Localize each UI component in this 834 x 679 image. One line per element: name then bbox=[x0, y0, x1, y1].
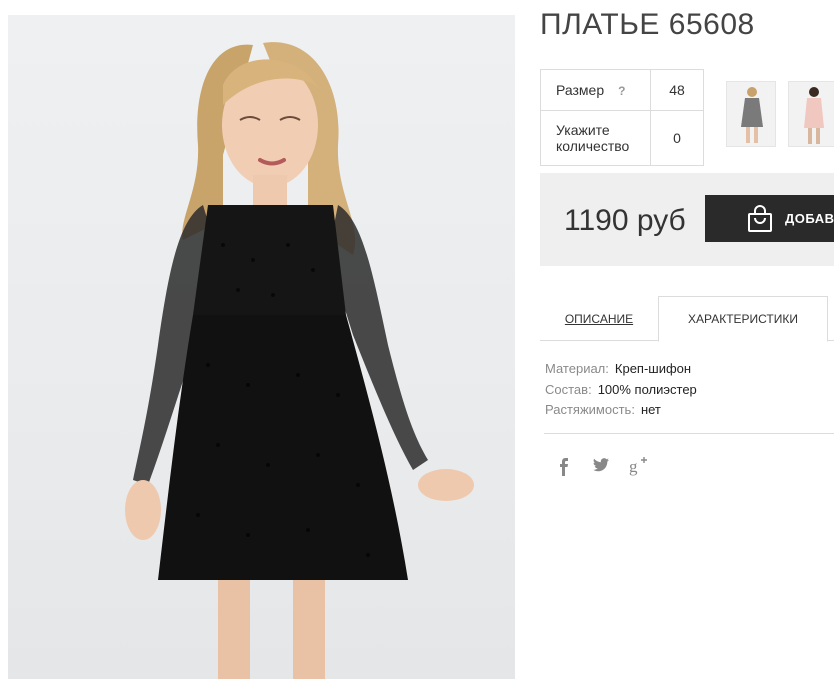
characteristics-list: Материал: Креп-шифон Состав: 100% полиэсте… bbox=[545, 359, 697, 421]
tab-characteristics[interactable]: ХАРАКТЕРИСТИКИ bbox=[658, 296, 828, 342]
characteristic-value: 100% полиэстер bbox=[597, 381, 697, 397]
size-label-text: Размер bbox=[556, 82, 605, 98]
quantity-label: Укажите количество bbox=[540, 110, 651, 166]
product-options-table: Размер? 48 Укажите количество 0 bbox=[540, 69, 704, 166]
product-price: 1190 руб bbox=[564, 204, 686, 237]
add-to-cart-label: ДОБАВИ bbox=[785, 211, 834, 226]
product-main-image[interactable] bbox=[8, 15, 515, 679]
characteristic-key: Материал: bbox=[545, 361, 609, 376]
size-help-icon[interactable]: ? bbox=[618, 84, 625, 98]
size-label: Размер? bbox=[540, 69, 651, 111]
shopping-bag-icon bbox=[748, 205, 772, 232]
tab-description[interactable]: ОПИСАНИЕ bbox=[540, 296, 658, 341]
characteristic-row: Состав: 100% полиэстер bbox=[545, 380, 697, 401]
add-to-cart-button[interactable]: ДОБАВИ bbox=[705, 195, 834, 242]
product-tabs: ОПИСАНИЕ ХАРАКТЕРИСТИКИ bbox=[540, 296, 834, 342]
svg-text:g: g bbox=[629, 457, 638, 476]
google-plus-icon[interactable]: g bbox=[629, 456, 649, 481]
characteristic-key: Состав: bbox=[545, 381, 592, 397]
product-title: ПЛАТЬЕ 65608 bbox=[540, 8, 755, 41]
tab-characteristics-label: ХАРАКТЕРИСТИКИ bbox=[687, 312, 798, 326]
characteristic-row: Растяжимость: нет bbox=[545, 400, 697, 421]
characteristic-value: Креп-шифон bbox=[614, 361, 692, 376]
facebook-icon[interactable] bbox=[558, 458, 570, 481]
thumbnail-pink-dress[interactable] bbox=[788, 81, 834, 147]
characteristic-row: Материал: Креп-шифон bbox=[545, 359, 697, 380]
characteristic-value: нет bbox=[640, 402, 661, 417]
price-panel: 1190 руб ДОБАВИ bbox=[540, 173, 834, 266]
tab-description-label: ОПИСАНИЕ bbox=[564, 311, 634, 326]
divider bbox=[544, 433, 834, 434]
twitter-icon[interactable] bbox=[593, 458, 609, 477]
quantity-input[interactable]: 0 bbox=[650, 110, 704, 166]
size-select[interactable]: 48 bbox=[650, 69, 704, 111]
thumbnail-grey-dress[interactable] bbox=[726, 81, 776, 147]
characteristic-key: Растяжимость: bbox=[545, 402, 635, 417]
